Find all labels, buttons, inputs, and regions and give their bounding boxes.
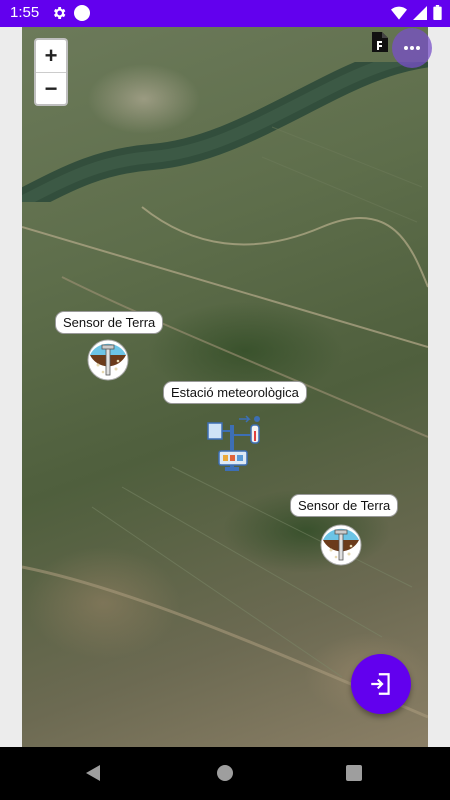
battery-icon [433,5,442,20]
navigation-bar [0,747,450,800]
soil-sensor-icon[interactable] [320,524,362,566]
logout-button[interactable] [351,654,411,714]
back-icon[interactable] [86,765,102,781]
recents-icon[interactable] [346,765,362,781]
more-dots-icon [404,46,420,50]
status-time: 1:55 [10,4,40,21]
river [22,62,428,202]
status-bar: 1:55 [0,0,450,27]
signal-icon [413,5,427,20]
wifi-icon [391,6,407,20]
marker-label-soil-sensor: Sensor de Terra [290,494,399,517]
status-right-icons [391,5,442,20]
marker-label-soil-sensor: Sensor de Terra [55,311,164,334]
logout-icon [371,673,390,695]
document-icon[interactable] [370,32,388,52]
zoom-control: + − [34,38,68,106]
circle-icon [74,5,90,21]
more-options-button[interactable] [392,28,432,68]
home-icon[interactable] [217,765,233,781]
zoom-in-button[interactable]: + [36,40,66,72]
zoom-out-button[interactable]: − [36,73,66,105]
soil-sensor-icon[interactable] [87,339,129,381]
weather-station-icon[interactable] [205,413,265,473]
marker-label-weather-station: Estació meteorològica [163,381,307,404]
gear-icon [54,7,66,19]
